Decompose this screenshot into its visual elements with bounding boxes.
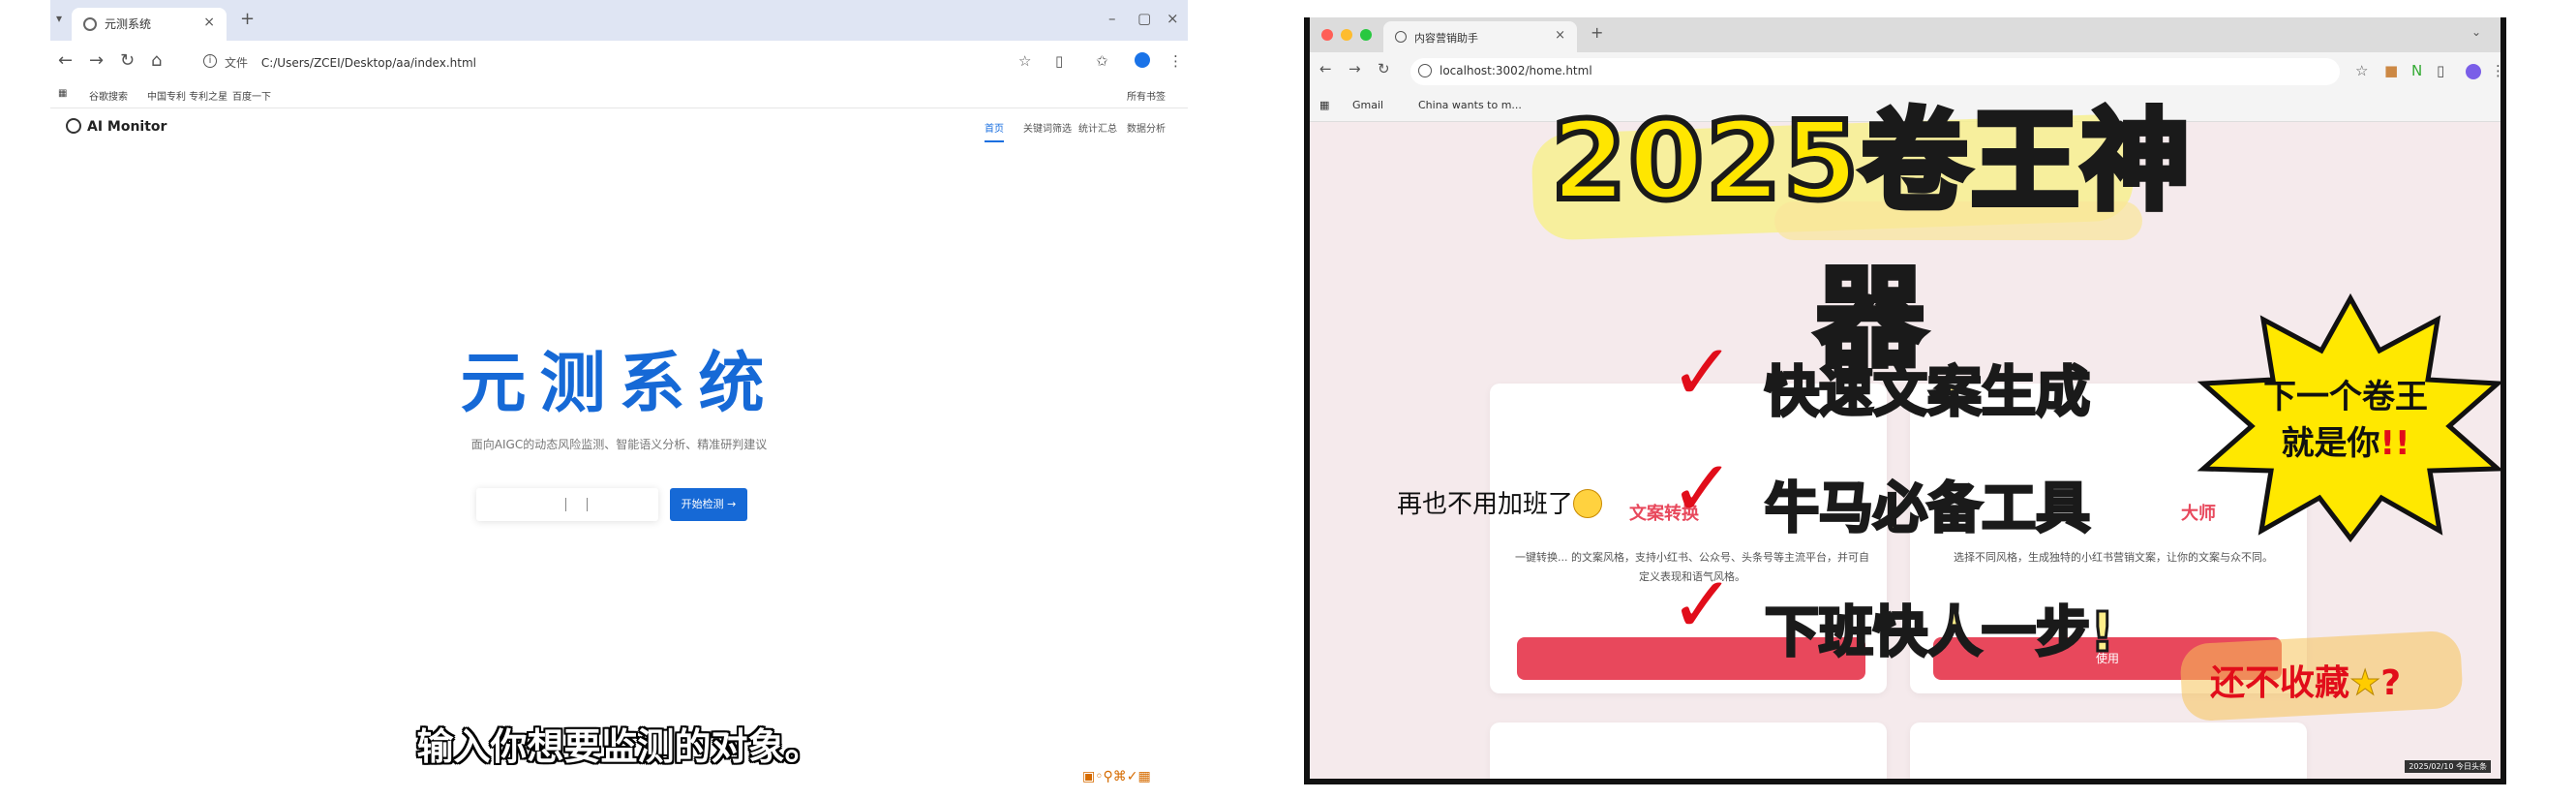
checkmark-icon: ✓ — [1670, 560, 1736, 650]
menu-kebab-icon[interactable]: ⋮ — [2491, 62, 2500, 79]
nav-data-analysis[interactable]: 数据分析 — [1127, 120, 1166, 135]
text-cursor — [587, 498, 588, 511]
video-caption: 输入你想要监测的对象。 — [416, 725, 822, 768]
tab-bar: ▾ 元测系统 × + – ▢ × — [50, 0, 1188, 41]
tab-title: 内容营销助手 — [1414, 32, 1478, 45]
mac-minimize-icon[interactable] — [1341, 29, 1352, 41]
site-info-icon[interactable]: i — [203, 54, 217, 68]
apps-grid-icon[interactable]: ▦ — [1319, 99, 1329, 111]
handwritten-note: 再也不用加班了 — [1397, 484, 1603, 520]
maximize-icon[interactable]: ▢ — [1137, 10, 1151, 27]
checkmark-icon: ✓ — [1670, 327, 1736, 417]
text-cursor — [565, 498, 566, 511]
bullet-text: 牛马必备工具 — [1764, 476, 2092, 542]
cta-text: 还不收藏★? — [2210, 655, 2401, 705]
browser-tab[interactable]: 内容营销助手 × — [1383, 21, 1577, 52]
back-icon[interactable]: ← — [1319, 60, 1332, 77]
nav-keyword-filter[interactable]: 关键词筛选 — [1023, 120, 1072, 135]
browser-tab[interactable]: 元测系统 × — [72, 8, 227, 41]
home-icon[interactable]: ⌂ — [151, 50, 162, 71]
bookmark-item[interactable]: 百度一下 — [232, 88, 271, 103]
apps-grid-icon[interactable]: ▦ — [58, 88, 67, 99]
globe-icon — [83, 17, 97, 31]
bookmark-item[interactable]: 谷歌搜索 — [89, 88, 128, 103]
url-text: C:/Users/ZCEI/Desktop/aa/index.html — [260, 56, 476, 70]
puzzle-icon[interactable]: ▯ — [2437, 62, 2444, 79]
exclamation-marks: !! — [2379, 424, 2410, 463]
bookmark-star-icon[interactable]: ☆ — [2355, 62, 2368, 79]
cta-label: 还不收藏 — [2210, 663, 2350, 703]
close-tab-icon[interactable]: × — [203, 15, 215, 30]
extension-icon[interactable]: ■ — [2384, 62, 2398, 79]
tray-icons: ▣◦⚲⌘✓▦ — [1082, 769, 1151, 784]
tab-title: 元测系统 — [105, 17, 152, 31]
card-desc-right: 选择不同风格，生成独特的小红书营销文案，让你的文案与众不同。 — [1954, 551, 2273, 564]
feature-card-bottom-left — [1490, 722, 1887, 779]
reload-icon[interactable]: ↻ — [120, 50, 135, 71]
extension-icon[interactable]: ▯ — [1055, 52, 1063, 70]
hero-title: 元测系统 — [460, 346, 778, 422]
all-bookmarks[interactable]: 所有书签 — [1127, 88, 1166, 103]
hero-subtitle: 面向AIGC的动态风险监测、智能语义分析、精准研判建议 — [470, 438, 768, 451]
forward-icon[interactable]: → — [1349, 60, 1361, 77]
logo-icon — [66, 118, 81, 134]
address-bar[interactable]: i 文件 C:/Users/ZCEI/Desktop/aa/index.html — [196, 48, 1028, 76]
mac-zoom-icon[interactable] — [1360, 29, 1372, 41]
logo-text: AI Monitor — [87, 119, 167, 135]
bookmark-gmail[interactable]: Gmail — [1352, 99, 1383, 111]
left-browser-window: ▾ 元测系统 × + – ▢ × ← → ↻ ⌂ i 文件 C:/Users/Z… — [50, 0, 1188, 786]
star-icon: ★ — [2349, 663, 2381, 704]
globe-icon — [1395, 31, 1407, 43]
bookmark-item[interactable]: 中国专利 专利之星 — [147, 88, 227, 103]
tab-bar: 内容营销助手 × + ⌄ — [1310, 17, 2500, 52]
bookmark-star-icon[interactable]: ☆ — [1018, 52, 1031, 70]
bullet-text: 快速文案生成 — [1764, 360, 2092, 426]
nav-statistics[interactable]: 统计汇总 — [1078, 120, 1117, 135]
checkmark-icon: ✓ — [1670, 444, 1736, 534]
burst-line-1: 下一个卷王 — [2263, 378, 2428, 416]
bullet-text: 下班快人一步! — [1764, 600, 2117, 666]
burst-line-2: 就是你!! — [2281, 424, 2410, 463]
bookmarks-bar: ▦ 谷歌搜索 中国专利 专利之星 百度一下 所有书签 — [50, 83, 1188, 108]
menu-kebab-icon[interactable]: ⋮ — [1168, 52, 1183, 70]
new-tab-icon[interactable]: + — [1591, 23, 1603, 42]
forward-icon[interactable]: → — [89, 50, 104, 71]
question-mark: ? — [2380, 663, 2402, 703]
tab-list-icon[interactable]: ▾ — [56, 12, 62, 25]
bookmark-news[interactable]: China wants to m... — [1418, 99, 1522, 111]
page-content: AI Monitor 首页 关键词筛选 统计汇总 数据分析 元测系统 面向AIG… — [50, 108, 1188, 786]
window-close-icon[interactable]: × — [1167, 10, 1179, 27]
back-icon[interactable]: ← — [58, 50, 73, 71]
site-logo[interactable]: AI Monitor — [66, 118, 167, 135]
close-tab-icon[interactable]: × — [1555, 28, 1565, 43]
headline-overlay: 2025卷王神器 — [1548, 96, 2193, 384]
burst-text: 下一个卷王 就是你!! — [2249, 374, 2442, 467]
grin-emoji-icon — [1573, 489, 1603, 518]
omnibox-bar: ← → ↻ ⌂ i 文件 C:/Users/ZCEI/Desktop/aa/in… — [50, 41, 1188, 83]
site-info-icon[interactable] — [1418, 64, 1432, 77]
tab-search-icon[interactable]: ⌄ — [2471, 25, 2481, 39]
new-tab-icon[interactable]: + — [240, 9, 255, 29]
profile-avatar[interactable] — [1135, 52, 1150, 68]
monitor-target-input[interactable] — [476, 488, 658, 521]
handwritten-text: 再也不用加班了 — [1397, 490, 1574, 519]
extension-icon[interactable]: N — [2411, 62, 2422, 79]
file-tag: 文件 — [225, 56, 249, 70]
reload-icon[interactable]: ↻ — [1378, 60, 1390, 77]
feature-card-bottom-right — [1910, 722, 2307, 779]
nav-home[interactable]: 首页 — [985, 120, 1004, 142]
profile-avatar[interactable] — [2466, 64, 2481, 79]
minimize-icon[interactable]: – — [1108, 10, 1116, 27]
start-detect-button[interactable]: 开始检测 → — [670, 488, 747, 521]
composite-image: ▾ 元测系统 × + – ▢ × ← → ↻ ⌂ i 文件 C:/Users/Z… — [0, 0, 2576, 799]
puzzle-icon[interactable]: ✩ — [1096, 52, 1108, 70]
mac-close-icon[interactable] — [1321, 29, 1333, 41]
timestamp-watermark: 2025/02/10 今日头条 — [2405, 760, 2491, 773]
right-browser-window: 内容营销助手 × + ⌄ ← → ↻ localhost:3002/home.h… — [1304, 17, 2506, 784]
